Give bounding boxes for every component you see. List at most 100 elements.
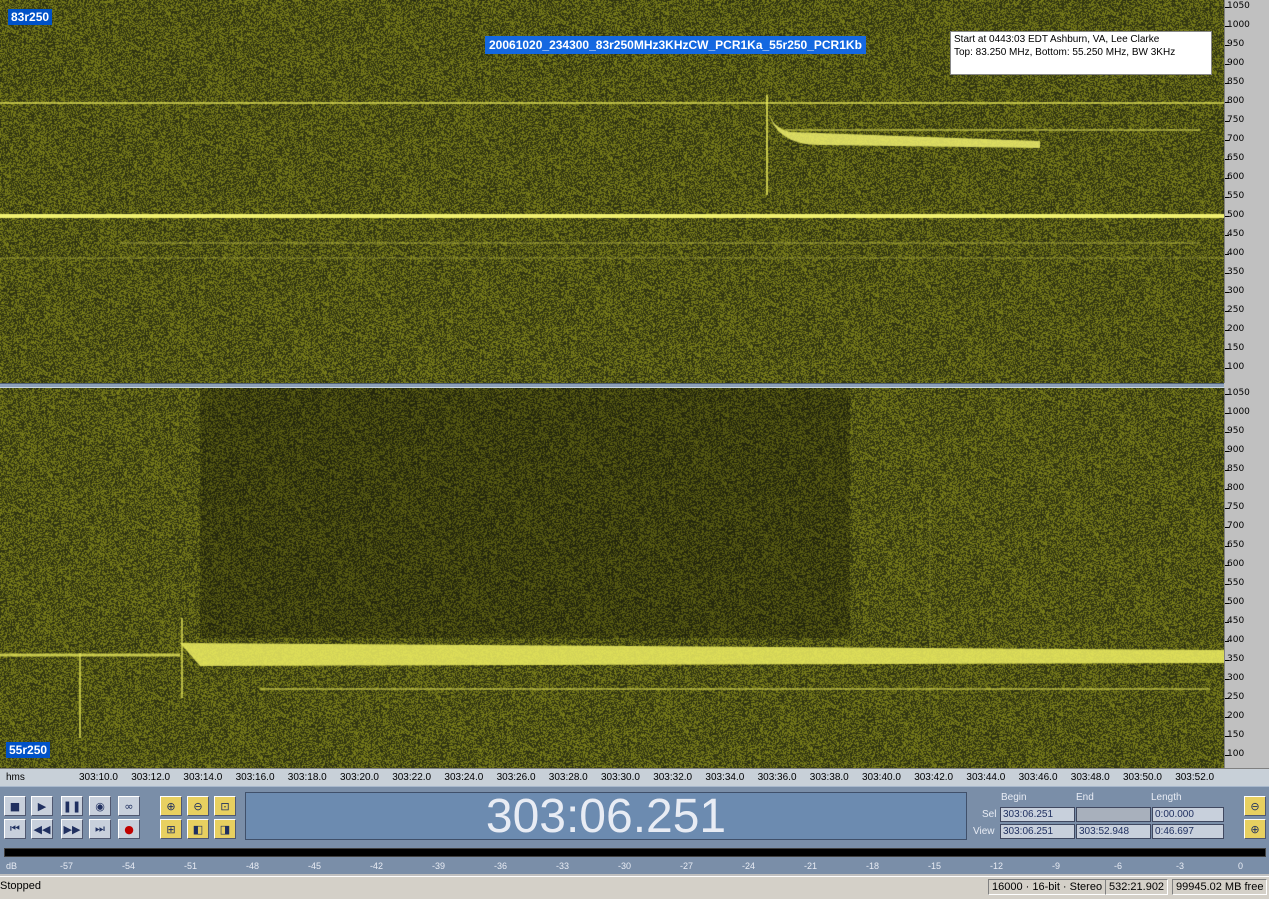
skip-back-icon: ⏮	[10, 822, 20, 835]
sel-begin-field[interactable]: 303:06.251	[1000, 807, 1075, 822]
zoom-selection-icon: ⊞	[166, 822, 176, 836]
time-ruler[interactable]: hms 303:10.0 303:12.0 303:14.0 303:16.0 303:…	[0, 768, 1269, 787]
frequency-tick: 600	[1225, 172, 1245, 182]
frequency-tick: 950	[1225, 39, 1245, 49]
view-begin-field[interactable]: 303:06.251	[1000, 824, 1075, 839]
time-tick: 303:18.0	[287, 772, 327, 783]
sel-length-field[interactable]: 0:00.000	[1152, 807, 1224, 822]
time-tick: 303:28.0	[548, 772, 588, 783]
time-tick: 303:26.0	[496, 772, 536, 783]
stop-button[interactable]: ■	[4, 796, 26, 816]
record-button[interactable]: ●	[118, 819, 140, 839]
db-tick: -18	[866, 861, 880, 871]
play-icon: ▶	[37, 799, 47, 813]
pause-button[interactable]: ❚❚	[61, 796, 83, 816]
go-to-start-button[interactable]: ⏮	[4, 819, 26, 839]
view-length-field[interactable]: 0:46.697	[1152, 824, 1224, 839]
play-to-end-button[interactable]: ◉	[89, 796, 111, 816]
time-tick: 303:10.0	[79, 772, 118, 783]
time-tick: 303:36.0	[757, 772, 797, 783]
zoom-selection-button[interactable]: ⊞	[160, 819, 182, 839]
format-indicator[interactable]: 16000 · 16-bit · Stereo	[988, 879, 1107, 895]
view-end-field[interactable]: 303:52.948	[1076, 824, 1151, 839]
rewind-button[interactable]: ◀◀	[31, 819, 53, 839]
db-tick: -36	[494, 861, 508, 871]
rewind-icon: ◀◀	[33, 822, 51, 836]
frequency-tick: 550	[1225, 191, 1245, 201]
frequency-tick: 950	[1225, 426, 1245, 436]
time-tick: 303:30.0	[601, 772, 640, 783]
frequency-tick: 900	[1225, 445, 1245, 455]
time-tick: 303:44.0	[966, 772, 1006, 783]
frequency-tick: 250	[1225, 692, 1245, 702]
view-label: View	[973, 826, 995, 837]
zoom-full-button[interactable]: ⊡	[214, 796, 236, 816]
pause-icon: ❚❚	[62, 799, 82, 813]
bottom-spectrogram-canvas[interactable]	[0, 388, 1224, 768]
frequency-tick: 300	[1225, 286, 1245, 296]
zoom-right-icon: ◨	[219, 822, 231, 836]
time-tick: 303:34.0	[705, 772, 745, 783]
length-header: Length	[1151, 792, 1182, 803]
db-tick: -42	[370, 861, 384, 871]
time-tick: 303:20.0	[340, 772, 379, 783]
free-space-indicator: 99945.02 MB free	[1172, 879, 1268, 895]
zoom-in-icon: ⊕	[166, 799, 176, 813]
db-tick: -6	[1114, 861, 1123, 871]
time-tick: 303:22.0	[392, 772, 432, 783]
zoom-in-button[interactable]: ⊕	[160, 796, 182, 816]
frequency-tick: 750	[1225, 115, 1245, 125]
db-tick: -3	[1176, 861, 1185, 871]
frequency-tick: 350	[1225, 267, 1245, 277]
frequency-tick: 1050	[1225, 1, 1250, 11]
frequency-tick: 250	[1225, 305, 1245, 315]
fast-forward-button[interactable]: ▶▶	[61, 819, 83, 839]
frequency-tick: 450	[1225, 229, 1245, 239]
frequency-tick: 850	[1225, 464, 1245, 474]
bottom-spectrogram[interactable]	[0, 388, 1224, 768]
go-to-end-button[interactable]: ⏭	[89, 819, 111, 839]
bottom-channel-label: 55r250	[6, 742, 51, 758]
zoom-left-button[interactable]: ◧	[187, 819, 209, 839]
db-tick: -30	[618, 861, 632, 871]
frequency-tick: 850	[1225, 77, 1245, 87]
loop-button[interactable]: ∞	[118, 796, 140, 816]
frequency-tick: 100	[1225, 362, 1245, 372]
db-tick: -24	[742, 861, 756, 871]
vertical-zoom-out-button[interactable]: ⊖	[1244, 796, 1266, 816]
db-tick: -21	[804, 861, 818, 871]
sel-end-field[interactable]	[1076, 807, 1151, 822]
begin-header: Begin	[1001, 792, 1027, 803]
frequency-tick: 300	[1225, 673, 1245, 683]
db-tick: -39	[432, 861, 446, 871]
frequency-tick: 1050	[1225, 388, 1250, 398]
time-tick: 303:40.0	[862, 772, 901, 783]
vertical-zoom-in-button[interactable]: ⊕	[1244, 819, 1266, 839]
annotation-line-1: Start at 0443:03 EDT Ashburn, VA, Lee Cl…	[954, 34, 1160, 45]
db-tick: 0	[1238, 861, 1244, 871]
time-tick: 303:52.0	[1175, 772, 1215, 783]
db-tick: -12	[990, 861, 1004, 871]
frequency-tick: 450	[1225, 616, 1245, 626]
annotation-line-2: Top: 83.250 MHz, Bottom: 55.250 MHz, BW …	[954, 47, 1176, 58]
frequency-tick: 350	[1225, 654, 1245, 664]
zoom-full-icon: ⊡	[220, 799, 230, 813]
time-tick: 303:24.0	[444, 772, 484, 783]
frequency-tick: 200	[1225, 711, 1245, 721]
frequency-tick: 550	[1225, 578, 1245, 588]
annotation-box: Start at 0443:03 EDT Ashburn, VA, Lee Cl…	[950, 31, 1212, 75]
end-header: End	[1076, 792, 1094, 803]
play-button[interactable]: ▶	[31, 796, 53, 816]
frequency-tick: 500	[1225, 210, 1245, 220]
frequency-tick: 150	[1225, 730, 1245, 740]
frequency-tick: 1000	[1225, 20, 1250, 30]
time-tick: 303:46.0	[1018, 772, 1058, 783]
frequency-tick: 800	[1225, 483, 1245, 493]
zoom-out-button[interactable]: ⊖	[187, 796, 209, 816]
status-text: Stopped	[0, 880, 41, 892]
time-display: 303:06.251	[245, 792, 967, 841]
zoom-right-button[interactable]: ◨	[214, 819, 236, 839]
total-time-indicator: 532:21.902	[1105, 879, 1169, 895]
frequency-tick: 900	[1225, 58, 1245, 68]
play-circle-icon: ◉	[95, 799, 105, 813]
